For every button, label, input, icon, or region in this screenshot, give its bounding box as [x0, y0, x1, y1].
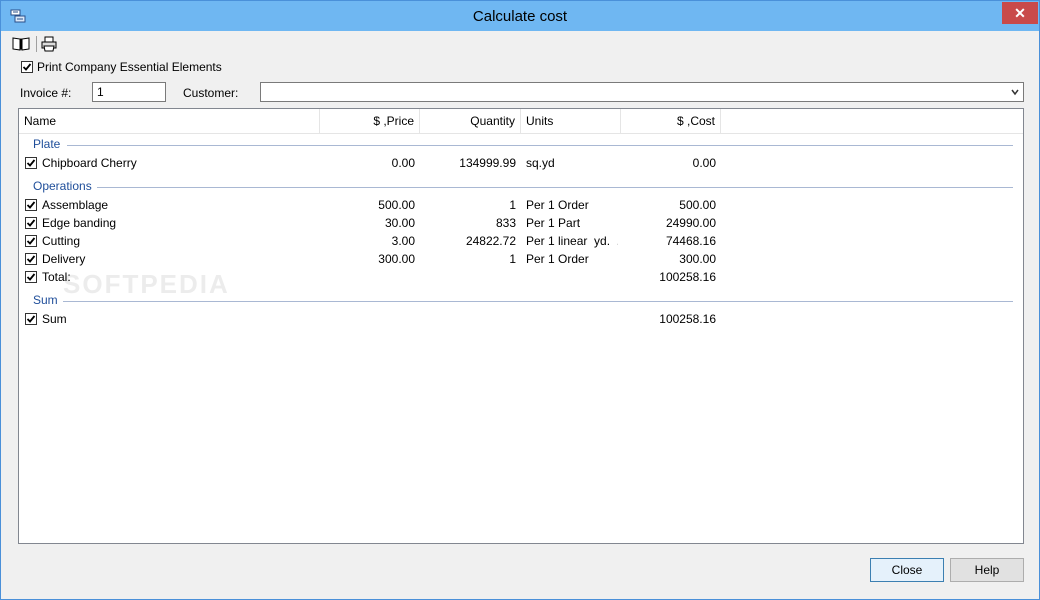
table-row[interactable]: Sum 100258.16	[19, 310, 1023, 328]
row-cost: 24990.00	[665, 216, 716, 230]
row-cost: 74468.16	[665, 234, 716, 248]
print-company-option[interactable]: Print Company Essential Elements	[21, 60, 222, 74]
dialog-client: Print Company Essential Elements Invoice…	[9, 31, 1031, 593]
toolbar-separator	[36, 36, 37, 52]
group-header-sum: Sum	[33, 293, 58, 307]
row-cost: 100258.16	[659, 270, 716, 284]
table-row[interactable]: Edge banding 30.00 833 Per 1 Part 24990.…	[19, 214, 1023, 232]
row-price: 500.00	[378, 198, 415, 212]
row-name: Assemblage	[42, 198, 109, 212]
row-quantity: 833	[495, 216, 516, 230]
row-name: Sum	[42, 312, 67, 326]
checkmark-icon	[26, 315, 36, 323]
row-checkbox[interactable]	[25, 235, 37, 247]
column-header-units[interactable]: Units	[521, 109, 621, 133]
group-divider	[97, 187, 1013, 188]
list-header: Name $ ,Price Quantity Units $ ,Cost	[19, 109, 1023, 134]
row-quantity: 1	[509, 198, 516, 212]
checkmark-icon	[26, 159, 36, 167]
row-units: Per 1 Part	[526, 216, 581, 230]
row-cost: 300.00	[679, 252, 716, 266]
help-button[interactable]: Help	[950, 558, 1024, 582]
row-checkbox[interactable]	[25, 199, 37, 211]
row-checkbox[interactable]	[25, 217, 37, 229]
row-quantity: 24822.72	[465, 234, 516, 248]
row-price: 300.00	[378, 252, 415, 266]
invoice-label: Invoice #:	[20, 86, 72, 100]
row-checkbox[interactable]	[25, 271, 37, 283]
customer-combobox[interactable]	[260, 82, 1024, 102]
row-quantity	[425, 268, 516, 286]
row-cost: 0.00	[692, 156, 716, 170]
row-checkbox[interactable]	[25, 157, 37, 169]
checkmark-icon	[22, 63, 32, 71]
table-row[interactable]: Assemblage 500.00 1 Per 1 Order 500.00	[19, 196, 1023, 214]
table-row[interactable]: Chipboard Cherry 0.00 134999.99 sq.yd 0.…	[19, 154, 1023, 172]
group-divider	[63, 301, 1013, 302]
column-header-price[interactable]: $ ,Price	[320, 109, 420, 133]
customer-label: Customer:	[183, 86, 239, 100]
column-header-cost[interactable]: $ ,Cost	[621, 109, 721, 133]
checkmark-icon	[26, 273, 36, 281]
row-price: 0.00	[391, 156, 415, 170]
row-cost: 100258.16	[659, 312, 716, 326]
calculate-cost-window: Calculate cost ✕ Print Company Essential…	[0, 0, 1040, 600]
row-price	[325, 310, 415, 328]
row-name: Chipboard Cherry	[42, 156, 137, 170]
row-units: sq.yd	[526, 156, 555, 170]
row-units: Per 1 Order	[526, 252, 589, 266]
group-divider	[67, 145, 1013, 146]
row-name: Delivery	[42, 252, 86, 266]
column-header-quantity[interactable]: Quantity	[420, 109, 521, 133]
table-row[interactable]: Delivery 300.00 1 Per 1 Order 300.00	[19, 250, 1023, 268]
row-cost: 500.00	[679, 198, 716, 212]
row-quantity: 1	[509, 252, 516, 266]
window-title: Calculate cost	[472, 8, 568, 25]
row-checkbox[interactable]	[25, 253, 37, 265]
row-price: 3.00	[391, 234, 415, 248]
row-name: Total:	[42, 270, 71, 284]
close-button[interactable]: Close	[870, 558, 944, 582]
row-units	[526, 268, 618, 286]
group-header-plate: Plate	[33, 137, 61, 151]
checkmark-icon	[26, 201, 36, 209]
invoice-number-field[interactable]: 1	[92, 82, 166, 102]
print-company-checkbox[interactable]	[21, 61, 33, 73]
checkmark-icon	[26, 255, 36, 263]
table-row[interactable]: Cutting 3.00 24822.72 Per 1 linear yd. .…	[19, 232, 1023, 250]
book-button[interactable]	[11, 34, 31, 54]
row-checkbox[interactable]	[25, 313, 37, 325]
row-price: 30.00	[384, 216, 415, 230]
title-bar[interactable]: Calculate cost ✕	[1, 1, 1039, 31]
row-price	[325, 268, 415, 286]
row-name: Cutting	[42, 234, 81, 248]
checkmark-icon	[26, 237, 36, 245]
row-name: Edge banding	[42, 216, 117, 230]
chevron-down-icon[interactable]	[1011, 88, 1019, 96]
row-quantity	[425, 310, 516, 328]
column-header-name[interactable]: Name	[19, 109, 320, 133]
book-icon	[12, 37, 30, 51]
row-quantity: 134999.99	[459, 156, 516, 170]
printer-icon	[41, 36, 57, 52]
row-units: Per 1 Order	[526, 198, 589, 212]
cost-list[interactable]: Name $ ,Price Quantity Units $ ,Cost SOF…	[18, 108, 1024, 544]
checkmark-icon	[26, 219, 36, 227]
window-close-button[interactable]: ✕	[1002, 2, 1038, 24]
print-company-label: Print Company Essential Elements	[37, 60, 222, 74]
table-row[interactable]: Total: 100258.16	[19, 268, 1023, 286]
row-units	[526, 310, 618, 328]
print-button[interactable]	[39, 34, 59, 54]
group-header-operations: Operations	[33, 179, 92, 193]
row-units: Per 1 linear yd. ...	[526, 234, 618, 248]
